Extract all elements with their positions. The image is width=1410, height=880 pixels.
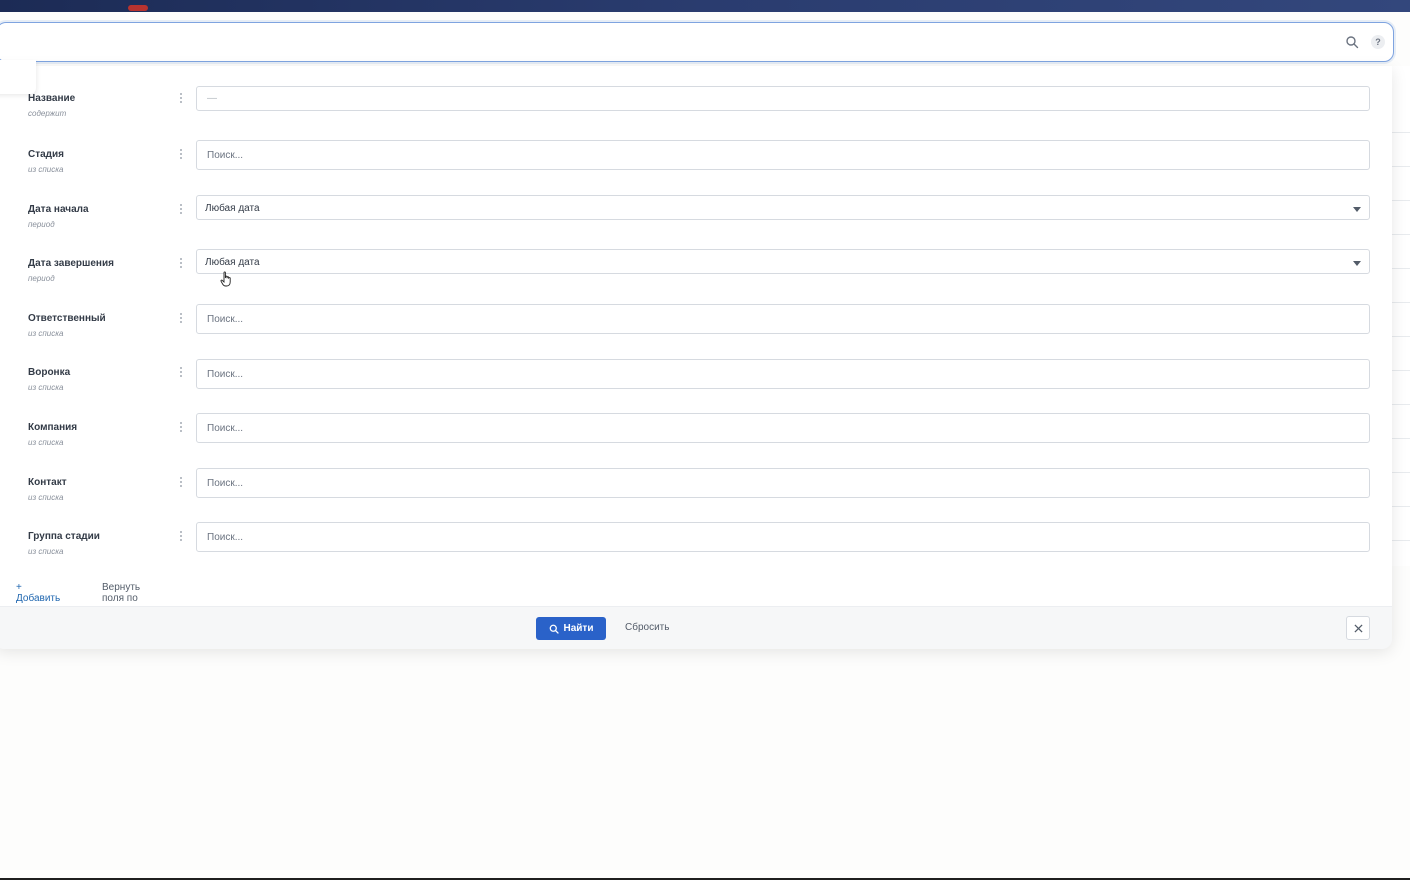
chevron-down-icon xyxy=(1353,207,1361,212)
filter-row-start-date: Дата начала период Любая дата xyxy=(0,195,1398,243)
end-date-select[interactable]: Любая дата xyxy=(196,249,1370,274)
filter-type: из списка xyxy=(28,493,64,502)
filter-label: Дата завершения xyxy=(28,258,114,269)
kebab-menu-icon[interactable] xyxy=(178,422,184,434)
responsible-search-input[interactable] xyxy=(197,305,1369,333)
stage-group-search-input[interactable] xyxy=(197,523,1369,551)
filter-label: Название xyxy=(28,93,76,104)
filter-row-responsible: Ответственный из списка xyxy=(0,304,1398,352)
filter-row-end-date: Дата завершения период Любая дата xyxy=(0,249,1398,297)
name-field[interactable] xyxy=(196,86,1370,111)
company-search-input[interactable] xyxy=(197,414,1369,442)
close-icon xyxy=(1353,623,1363,633)
contact-search-input[interactable] xyxy=(197,469,1369,497)
help-icon[interactable]: ? xyxy=(1371,35,1385,49)
kebab-menu-icon[interactable] xyxy=(178,313,184,325)
kebab-menu-icon[interactable] xyxy=(178,204,184,216)
stage-group-field[interactable] xyxy=(196,522,1370,552)
filter-label: Стадия xyxy=(28,149,65,160)
notification-dot xyxy=(128,5,148,11)
chevron-down-icon xyxy=(1353,261,1361,266)
filter-label: Дата начала xyxy=(28,204,89,215)
filter-search-bar[interactable]: ? xyxy=(0,22,1394,62)
close-button[interactable] xyxy=(1346,616,1370,640)
kebab-menu-icon[interactable] xyxy=(178,477,184,489)
name-input[interactable] xyxy=(197,87,1369,110)
filter-row-stage: Стадия из списка xyxy=(0,140,1398,188)
filter-row-contact: Контакт из списка xyxy=(0,468,1398,516)
company-field[interactable] xyxy=(196,413,1370,443)
filter-type: период xyxy=(28,220,55,229)
select-value: Любая дата xyxy=(205,203,260,214)
contact-field[interactable] xyxy=(196,468,1370,498)
find-button[interactable]: Найти xyxy=(536,617,606,640)
filter-label: Контакт xyxy=(28,477,67,488)
filter-row-name: Название содержит xyxy=(0,86,1398,134)
filter-footer: Найти Сбросить xyxy=(0,606,1392,649)
filter-label: Ответственный xyxy=(28,313,106,324)
filter-type: из списка xyxy=(28,438,64,447)
hand-cursor-icon xyxy=(220,271,231,287)
kebab-menu-icon[interactable] xyxy=(178,531,184,543)
find-button-label: Найти xyxy=(563,623,594,634)
kebab-menu-icon[interactable] xyxy=(178,258,184,270)
reset-button[interactable]: Сбросить xyxy=(625,622,669,633)
filter-type: из списка xyxy=(28,383,64,392)
funnel-search-input[interactable] xyxy=(197,360,1369,388)
filter-row-stage-group: Группа стадии из списка xyxy=(0,522,1398,570)
funnel-field[interactable] xyxy=(196,359,1370,389)
kebab-menu-icon[interactable] xyxy=(178,93,184,105)
start-date-select[interactable]: Любая дата xyxy=(196,195,1370,220)
filter-type: из списка xyxy=(28,547,64,556)
kebab-menu-icon[interactable] xyxy=(178,367,184,379)
filter-label: Группа стадии xyxy=(28,531,100,542)
browser-top-strip xyxy=(0,0,1410,12)
filter-row-funnel: Воронка из списка xyxy=(0,359,1398,407)
search-icon[interactable] xyxy=(1345,35,1359,49)
filter-type: из списка xyxy=(28,165,64,174)
stage-field[interactable] xyxy=(196,140,1370,170)
filter-type: период xyxy=(28,274,55,283)
select-value: Любая дата xyxy=(205,257,260,268)
filter-label: Компания xyxy=(28,422,78,433)
search-icon xyxy=(549,624,559,634)
filter-type: содержит xyxy=(28,109,67,118)
kebab-menu-icon[interactable] xyxy=(178,149,184,161)
filter-label: Воронка xyxy=(28,367,71,378)
filter-type: из списка xyxy=(28,329,64,338)
stage-search-input[interactable] xyxy=(197,141,1369,169)
responsible-field[interactable] xyxy=(196,304,1370,334)
filter-row-company: Компания из списка xyxy=(0,413,1398,461)
